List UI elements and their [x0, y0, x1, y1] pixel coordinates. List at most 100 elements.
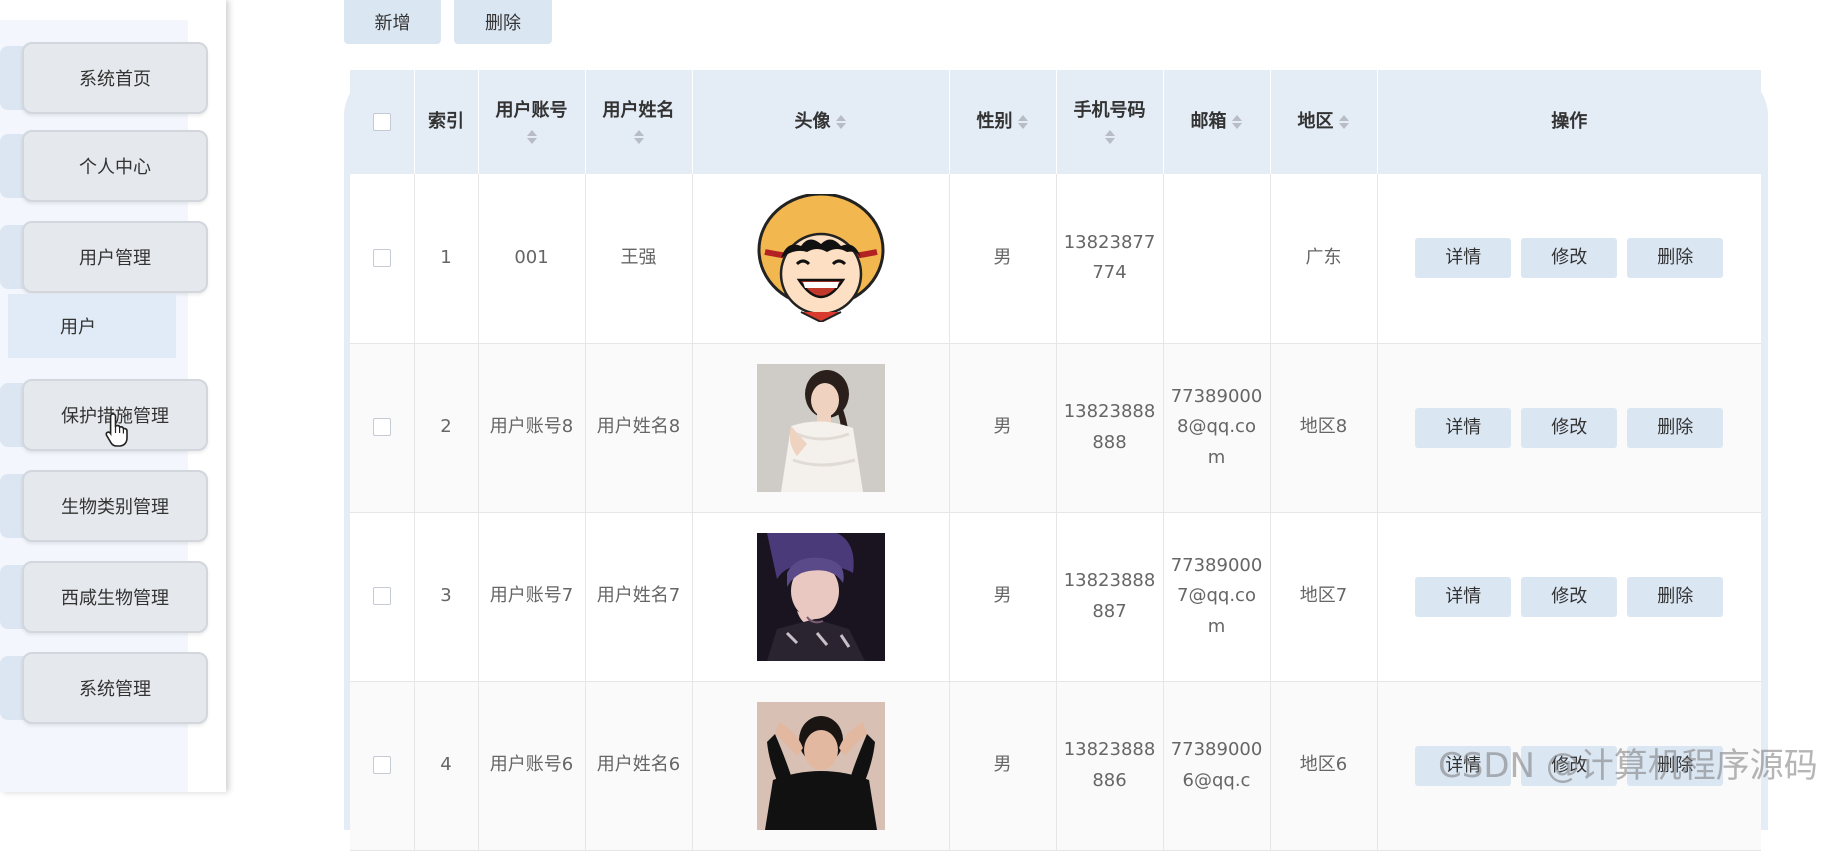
header-email[interactable]: 邮箱 — [1163, 70, 1271, 174]
header-index: 索引 — [414, 70, 479, 174]
cell-gender: 男 — [949, 343, 1057, 513]
cell-gender: 男 — [949, 174, 1057, 344]
cell-account: 用户账号7 — [478, 512, 586, 682]
sidebar-item-label[interactable]: 系统首页 — [22, 42, 208, 114]
header-name[interactable]: 用户姓名 — [585, 70, 693, 174]
hand-pointer-icon — [105, 413, 128, 447]
sidebar-item-label[interactable]: 个人中心 — [22, 130, 208, 202]
edit-button[interactable]: 修改 — [1521, 238, 1618, 279]
cell-avatar — [692, 174, 950, 344]
sort-icon[interactable] — [835, 113, 847, 131]
sort-icon[interactable] — [1104, 128, 1116, 146]
delete-button[interactable]: 删除 — [1627, 238, 1724, 279]
cell-index: 4 — [414, 681, 479, 851]
cell-account: 用户账号8 — [478, 343, 586, 513]
sidebar-item-species-category[interactable]: 生物类别管理 — [0, 470, 208, 542]
woman-white-dress-avatar[interactable] — [756, 363, 885, 492]
sidebar-item-label[interactable]: 用户管理 — [22, 221, 208, 293]
select-all-checkbox[interactable] — [372, 113, 391, 132]
table-row: 4 用户账号6 用户姓名6 男 13823888886 773890006@qq… — [350, 681, 1761, 851]
header-region[interactable]: 地区 — [1270, 70, 1378, 174]
cell-phone: 13823888886 — [1056, 681, 1164, 851]
cell-index: 1 — [414, 174, 479, 344]
row-select-cell[interactable] — [350, 343, 415, 513]
sidebar-item-system-management[interactable]: 系统管理 — [0, 652, 208, 724]
header-account[interactable]: 用户账号 — [478, 70, 586, 174]
edit-button[interactable]: 修改 — [1521, 407, 1618, 448]
header-actions: 操作 — [1377, 70, 1761, 174]
sort-icon[interactable] — [526, 128, 538, 146]
cell-index: 2 — [414, 343, 479, 513]
user-table: 索引 用户账号 用户姓名 头像 性别 手机号码 邮箱 地区 操作 1 001 王… — [350, 70, 1761, 851]
delete-selected-button[interactable]: 删除 — [454, 0, 552, 44]
user-table-container: 索引 用户账号 用户姓名 头像 性别 手机号码 邮箱 地区 操作 1 001 王… — [344, 70, 1768, 851]
row-select-cell[interactable] — [350, 681, 415, 851]
delete-button[interactable]: 删除 — [1627, 576, 1724, 617]
header-phone[interactable]: 手机号码 — [1056, 70, 1164, 174]
man-black-shirt-avatar[interactable] — [756, 701, 885, 830]
sidebar-item-label[interactable]: 系统管理 — [22, 652, 208, 724]
cell-email — [1163, 174, 1271, 344]
cell-name: 王强 — [585, 174, 693, 344]
cell-phone: 13823888887 — [1056, 512, 1164, 682]
header-select-all[interactable] — [350, 70, 415, 174]
sidebar-item-xixian-species[interactable]: 西咸生物管理 — [0, 561, 208, 633]
table-row: 1 001 王强 男 13823877774 广东 详情 修改 删除 — [350, 174, 1761, 344]
sidebar-item-personal-center[interactable]: 个人中心 — [0, 130, 208, 202]
cartoon-straw-hat-avatar[interactable] — [757, 194, 885, 323]
cell-gender: 男 — [949, 512, 1057, 682]
cell-email: 773890008@qq.com — [1163, 343, 1271, 513]
sidebar: 系统首页 个人中心 用户管理 用户 保护措施管理 生物类别管理 西咸生物管理 系… — [0, 0, 226, 792]
row-checkbox[interactable] — [372, 248, 391, 267]
cell-region: 地区8 — [1270, 343, 1378, 513]
sidebar-item-user-management[interactable]: 用户管理 — [0, 221, 208, 293]
cell-avatar — [692, 681, 950, 851]
row-checkbox[interactable] — [372, 587, 391, 606]
person-dark-avatar[interactable] — [756, 532, 885, 661]
table-header-row: 索引 用户账号 用户姓名 头像 性别 手机号码 邮箱 地区 操作 — [350, 70, 1761, 174]
sidebar-item-home[interactable]: 系统首页 — [0, 42, 208, 114]
delete-button[interactable]: 删除 — [1627, 407, 1724, 448]
edit-button[interactable]: 修改 — [1521, 576, 1618, 617]
cell-account: 用户账号6 — [478, 681, 586, 851]
cell-account: 001 — [478, 174, 586, 344]
sidebar-item-label[interactable]: 生物类别管理 — [22, 470, 208, 542]
detail-button[interactable]: 详情 — [1415, 407, 1512, 448]
detail-button[interactable]: 详情 — [1415, 576, 1512, 617]
sort-icon[interactable] — [633, 128, 645, 146]
header-avatar[interactable]: 头像 — [692, 70, 950, 174]
cell-name: 用户姓名6 — [585, 681, 693, 851]
cell-name: 用户姓名7 — [585, 512, 693, 682]
cell-avatar — [692, 512, 950, 682]
add-button[interactable]: 新增 — [344, 0, 441, 44]
row-checkbox[interactable] — [372, 418, 391, 437]
sort-icon[interactable] — [1338, 113, 1350, 131]
cell-actions: 详情 修改 删除 — [1377, 343, 1761, 513]
cell-gender: 男 — [949, 681, 1057, 851]
cell-actions: 详情 修改 删除 — [1377, 512, 1761, 682]
cell-region: 广东 — [1270, 174, 1378, 344]
sidebar-item-label[interactable]: 西咸生物管理 — [22, 561, 208, 633]
row-select-cell[interactable] — [350, 512, 415, 682]
cell-avatar — [692, 343, 950, 513]
table-row: 2 用户账号8 用户姓名8 男 13823888888 773890008@qq… — [350, 343, 1761, 513]
edit-button[interactable]: 修改 — [1521, 745, 1618, 786]
cell-phone: 13823888888 — [1056, 343, 1164, 513]
row-checkbox[interactable] — [372, 756, 391, 775]
cell-email: 773890006@qq.c — [1163, 681, 1271, 851]
sidebar-subitem-user[interactable]: 用户 — [8, 294, 176, 358]
cell-actions: 详情 修改 删除 — [1377, 174, 1761, 344]
delete-button[interactable]: 删除 — [1627, 745, 1724, 786]
header-gender[interactable]: 性别 — [949, 70, 1057, 174]
detail-button[interactable]: 详情 — [1415, 745, 1512, 786]
cell-actions: 详情 修改 删除 — [1377, 681, 1761, 851]
cell-email: 773890007@qq.com — [1163, 512, 1271, 682]
detail-button[interactable]: 详情 — [1415, 238, 1512, 279]
sort-icon[interactable] — [1231, 113, 1243, 131]
sort-icon[interactable] — [1017, 113, 1029, 131]
row-select-cell[interactable] — [350, 174, 415, 344]
table-row: 3 用户账号7 用户姓名7 男 13823888887 773890007@qq… — [350, 512, 1761, 682]
cell-region: 地区7 — [1270, 512, 1378, 682]
cell-name: 用户姓名8 — [585, 343, 693, 513]
cell-phone: 13823877774 — [1056, 174, 1164, 344]
